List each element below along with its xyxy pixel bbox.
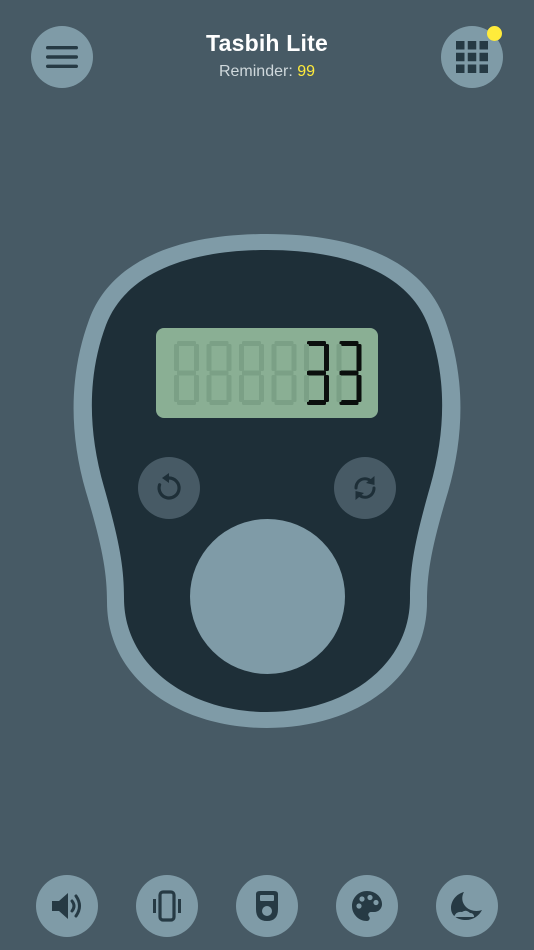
lcd-segment-c	[324, 375, 329, 402]
lcd-segment-a	[274, 341, 294, 346]
lcd-segment-a	[242, 341, 261, 346]
count-button[interactable]	[190, 519, 345, 674]
lcd-segment-g	[209, 370, 229, 376]
volume-icon	[52, 893, 81, 919]
lcd-segment-c	[291, 375, 297, 402]
tally-counter-device	[73, 234, 461, 728]
lcd-segment-f	[174, 344, 179, 371]
lcd-segment-f	[239, 344, 244, 371]
lcd-segment-e	[336, 375, 342, 402]
lcd-segment-e	[304, 375, 309, 402]
lcd-segment-d	[209, 400, 229, 405]
vibrate-icon	[153, 890, 181, 922]
lcd-digit	[336, 341, 362, 405]
lcd-segment-g	[339, 370, 359, 376]
lcd-segment-c	[194, 375, 199, 402]
lcd-segment-d	[177, 400, 196, 405]
undo-icon	[157, 473, 181, 500]
palette-icon	[352, 891, 382, 921]
lcd-segment-f	[336, 344, 342, 371]
lcd-segment-c	[226, 375, 232, 402]
lcd-segment-a	[177, 341, 196, 346]
night-mode-button[interactable]	[436, 875, 498, 937]
lcd-segment-e	[271, 375, 277, 402]
lcd-segment-a	[339, 341, 359, 346]
lcd-segment-c	[259, 375, 264, 402]
lcd-segment-b	[226, 344, 232, 371]
moon-icon	[451, 892, 482, 920]
lcd-digits	[174, 341, 362, 405]
lcd-digit	[239, 341, 264, 405]
lcd-segment-e	[174, 375, 179, 402]
counter-style-button[interactable]	[236, 875, 298, 937]
lcd-digit	[206, 341, 232, 405]
lcd-segment-a	[307, 341, 326, 346]
lcd-segment-d	[307, 400, 326, 405]
reset-button[interactable]	[138, 457, 200, 519]
lcd-segment-b	[356, 344, 362, 371]
sound-button[interactable]	[36, 875, 98, 937]
tally-counter-icon	[256, 891, 278, 921]
lcd-display: 33	[156, 328, 378, 418]
lcd-segment-f	[304, 344, 309, 371]
lcd-segment-d	[339, 400, 359, 405]
lcd-segment-b	[194, 344, 199, 371]
lcd-digit	[174, 341, 199, 405]
lcd-segment-a	[209, 341, 229, 346]
vibration-button[interactable]	[136, 875, 198, 937]
lcd-digit	[271, 341, 297, 405]
theme-button[interactable]	[336, 875, 398, 937]
refresh-button[interactable]	[334, 457, 396, 519]
lcd-segment-b	[259, 344, 264, 371]
sync-icon	[354, 476, 376, 500]
lcd-segment-g	[242, 370, 261, 376]
lcd-segment-e	[206, 375, 212, 402]
lcd-segment-g	[307, 370, 326, 376]
lcd-segment-f	[206, 344, 212, 371]
lcd-segment-e	[239, 375, 244, 402]
lcd-segment-b	[324, 344, 329, 371]
lcd-segment-f	[271, 344, 277, 371]
lcd-segment-g	[177, 370, 196, 376]
lcd-segment-c	[356, 375, 362, 402]
lcd-segment-d	[274, 400, 294, 405]
lcd-segment-b	[291, 344, 297, 371]
lcd-segment-d	[242, 400, 261, 405]
lcd-segment-g	[274, 370, 294, 376]
lcd-digit	[304, 341, 329, 405]
